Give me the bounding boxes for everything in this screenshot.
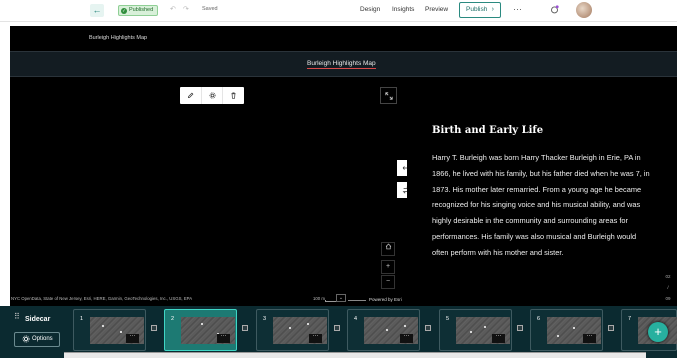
progress-current: 02 <box>665 274 671 279</box>
slide-type-icon <box>608 325 614 331</box>
sidecar-title[interactable]: Burleigh Highlights Map <box>307 60 376 69</box>
slide-number: 4 <box>354 316 358 322</box>
map-panel[interactable]: + − <box>10 78 414 306</box>
slide-thumbnail[interactable]: 4 ··· <box>347 309 420 351</box>
slide-menu-button[interactable]: ··· <box>583 333 596 343</box>
slide-type-icon <box>242 325 248 331</box>
preview-link[interactable]: Preview <box>425 6 448 13</box>
slide-number: 6 <box>537 316 541 322</box>
slide-type-icon <box>334 325 340 331</box>
zoom-out-button[interactable]: − <box>381 275 395 289</box>
home-button[interactable] <box>381 242 395 256</box>
scale-label: 100 m <box>313 296 325 301</box>
insights-link[interactable]: Insights <box>392 6 414 13</box>
sidecar-label: Sidecar <box>25 316 51 323</box>
check-icon: ✓ <box>121 7 127 14</box>
drag-handle-icon[interactable]: ⠿ <box>14 313 20 321</box>
builder-topbar: ← ✓ Published ↶ ↷ Saved Design Insights … <box>0 0 677 22</box>
slide-thumbnail[interactable]: 5 ··· <box>439 309 512 351</box>
zoom-in-button[interactable]: + <box>381 260 395 274</box>
map-attribution: NYC OpenData, State of New Jersey, Esri,… <box>11 296 193 301</box>
publish-button[interactable]: Publish › <box>459 2 501 18</box>
frame-header: Burleigh Highlights Map <box>10 26 677 51</box>
narrative-panel: Birth and Early Life Harry T. Burleigh w… <box>407 78 657 306</box>
narrative-heading[interactable]: Birth and Early Life <box>432 125 543 136</box>
avatar[interactable] <box>576 2 592 18</box>
slide-menu-button[interactable]: ··· <box>309 333 322 343</box>
notification-icon[interactable] <box>550 5 559 14</box>
add-slide-button[interactable]: + <box>648 322 668 342</box>
settings-button[interactable] <box>202 87 224 104</box>
arrow-left-icon: ← <box>92 5 102 15</box>
slide-type-icon <box>151 325 157 331</box>
slide-menu-button[interactable]: ··· <box>492 333 505 343</box>
slide-progress: 02 / 09 <box>662 271 674 304</box>
slide-number: 2 <box>171 316 175 322</box>
story-frame: Burleigh Highlights Map Burleigh Highlig… <box>10 26 677 306</box>
delete-button[interactable] <box>223 87 244 104</box>
gear-icon <box>208 92 216 99</box>
status-badge[interactable]: ✓ Published <box>118 5 159 16</box>
slide-thumbnail[interactable]: 3 ··· <box>256 309 329 351</box>
options-button[interactable]: Options <box>14 332 60 347</box>
redo-icon[interactable]: ↷ <box>183 5 189 13</box>
slide-thumbnail[interactable]: 1 ··· <box>73 309 146 351</box>
scale-bar-secondary <box>348 300 366 301</box>
powered-by-label: Powered by Esri <box>369 297 402 302</box>
horizontal-scrollbar[interactable] <box>64 352 646 358</box>
publish-label: Publish <box>466 6 488 13</box>
options-label: Options <box>32 336 53 342</box>
sidecar-title-bar: Burleigh Highlights Map <box>10 51 677 77</box>
edit-button[interactable] <box>180 87 202 104</box>
slide-thumbnail[interactable]: 6 ··· <box>530 309 603 351</box>
progress-total: 09 <box>665 296 671 301</box>
slide-menu-button[interactable]: ··· <box>400 333 413 343</box>
saved-label: Saved <box>202 6 218 12</box>
slide-menu-button[interactable]: ··· <box>126 333 139 343</box>
status-label: Published <box>129 7 154 13</box>
design-link[interactable]: Design <box>360 6 380 13</box>
more-options-button[interactable]: ··· <box>513 4 522 14</box>
slide-number: 1 <box>80 316 84 322</box>
home-icon <box>385 243 391 250</box>
slide-type-icon <box>517 325 523 331</box>
slide-menu-button[interactable]: ··· <box>217 333 230 343</box>
expand-icon <box>384 91 393 100</box>
narrative-body[interactable]: Harry T. Burleigh was born Harry Thacker… <box>432 150 654 261</box>
trash-icon <box>231 92 236 99</box>
chevron-down-icon: ⌄ <box>338 295 344 301</box>
slide-type-icon <box>425 325 431 331</box>
media-edit-toolbar <box>180 87 244 104</box>
back-button[interactable]: ← <box>90 4 104 17</box>
frame-header-title: Burleigh Highlights Map <box>89 35 148 41</box>
scale-unit-dropdown[interactable]: ⌄ <box>336 294 346 302</box>
chevron-right-icon: › <box>491 6 494 13</box>
gear-icon <box>22 335 30 343</box>
sidecar-carousel: ⠿ Sidecar Options 1 ··· 2 ··· 3 ··· 4 ··… <box>0 306 677 358</box>
expand-button[interactable] <box>380 87 397 104</box>
slide-thumbnail-active[interactable]: 2 ··· <box>164 309 237 351</box>
slide-number: 7 <box>628 316 632 322</box>
undo-icon[interactable]: ↶ <box>170 5 176 13</box>
slide-number: 3 <box>263 316 267 322</box>
progress-sep: / <box>667 285 669 290</box>
pencil-icon <box>187 92 194 99</box>
slide-number: 5 <box>446 316 450 322</box>
